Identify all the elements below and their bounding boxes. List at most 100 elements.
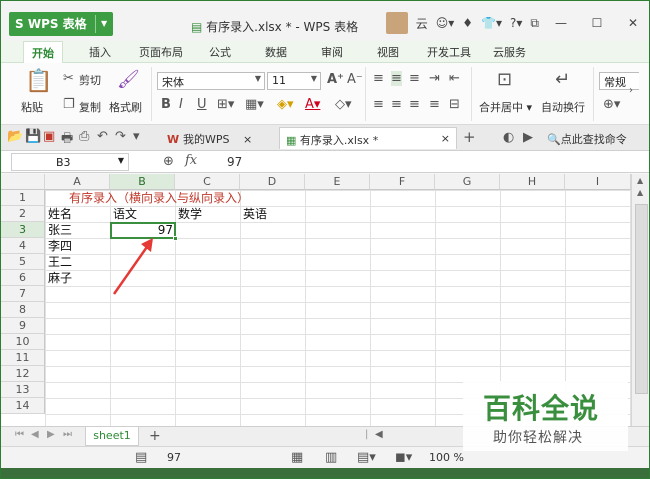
align-middle-icon[interactable]: ≡ [391,71,402,86]
row-header-12[interactable]: 12 [1,366,45,382]
decrease-font-icon[interactable]: A⁻ [347,72,363,87]
cell-d2[interactable]: 英语 [243,206,267,222]
cell-a6[interactable]: 麻子 [48,270,72,286]
tab-formulas[interactable]: 公式 [209,44,231,60]
formula-input[interactable]: 97 [227,155,242,169]
increase-font-icon[interactable]: A⁺ [327,72,344,87]
collapse-icon[interactable]: ◐ [503,130,514,145]
row-header-3[interactable]: 3 [1,222,45,238]
indent-icon[interactable]: ⇥ [429,71,440,86]
user-name[interactable]: 云 [416,15,428,32]
scroll-left-icon[interactable]: ◀ [375,429,383,440]
customize-icon[interactable]: ▾ [133,129,140,144]
add-sheet-button[interactable]: + [149,428,161,444]
format-painter-button[interactable]: 格式刷 [109,99,142,115]
italic-icon[interactable]: I [179,97,183,112]
align-right-icon[interactable]: ≡ [409,97,420,112]
app-menu-button[interactable]: S WPS 表格 ▼ [9,12,113,36]
close-button[interactable]: ✕ [619,16,647,30]
font-color-icon[interactable]: A▾ [305,97,320,112]
folder-icon[interactable]: 📂 [7,129,23,144]
command-search[interactable]: 🔍点此查找命令 [547,131,627,147]
distribute-icon[interactable]: ⊟ [449,97,460,112]
tab-developer[interactable]: 开发工具 [427,44,471,60]
column-header-b[interactable]: B [110,174,175,190]
last-sheet-icon[interactable]: ⏭ [63,429,72,440]
close-icon[interactable]: × [243,133,252,146]
tab-document[interactable]: ▦ 有序录入.xlsx * × [279,127,457,149]
cell-a1[interactable]: 有序录入（横向录入与纵向录入） [69,190,249,206]
smiley-icon[interactable]: ☺▾ [436,16,455,30]
column-header-g[interactable]: G [435,174,500,190]
maximize-button[interactable]: ☐ [583,16,611,30]
cut-button[interactable]: 剪切 [79,72,101,88]
outdent-icon[interactable]: ⇤ [449,71,460,86]
minimize-button[interactable]: — [547,16,575,30]
column-header-c[interactable]: C [175,174,240,190]
merge-icon[interactable]: ⊡ [497,69,512,90]
row-header-5[interactable]: 5 [1,254,45,270]
tab-home[interactable]: 开始 [23,41,63,63]
column-header-e[interactable]: E [305,174,370,190]
page-break-view-icon[interactable]: ▥ [325,450,337,465]
sheet-tab[interactable]: sheet1 [85,427,139,446]
cell-a5[interactable]: 王二 [48,254,72,270]
cell-c2[interactable]: 数学 [178,206,202,222]
save-icon[interactable]: 💾 [25,129,41,144]
cell-b2[interactable]: 语文 [113,206,137,222]
row-header-4[interactable]: 4 [1,238,45,254]
currency-icon[interactable]: ⊕▾ [603,97,620,112]
tab-cloud[interactable]: 云服务 [493,44,526,60]
select-all-corner[interactable] [1,174,45,190]
row-header-6[interactable]: 6 [1,270,45,286]
cell-a2[interactable]: 姓名 [48,206,72,222]
read-mode-icon[interactable]: ◼▾ [395,450,412,465]
new-tab-button[interactable]: + [463,128,476,146]
tab-data[interactable]: 数据 [265,44,287,60]
row-header-1[interactable]: 1 [1,190,45,206]
chevron-up-icon[interactable]: ▲ [637,188,643,197]
paste-icon[interactable]: 📋 [25,69,52,94]
help-icon[interactable]: ?▾ [510,16,522,30]
next-sheet-icon[interactable]: ▶ [47,429,55,440]
brush-icon[interactable]: 🖌 [117,69,140,90]
number-format-select[interactable]: 常规 [599,72,639,90]
align-top-icon[interactable]: ≡ [373,71,384,86]
row-header-9[interactable]: 9 [1,318,45,334]
row-header-7[interactable]: 7 [1,286,45,302]
justify-icon[interactable]: ≡ [429,97,440,112]
clear-format-icon[interactable]: ◇▾ [335,97,352,112]
column-header-a[interactable]: A [45,174,110,190]
zoom-icon[interactable]: ⊕ [163,154,174,169]
name-box[interactable]: B3 ▼ [11,153,129,171]
chevron-up-icon[interactable]: ▲ [637,176,643,185]
zoom-level[interactable]: 100 % [429,451,464,464]
fill-handle[interactable] [173,236,178,241]
row-header-10[interactable]: 10 [1,334,45,350]
insert-function-button[interactable]: fx [185,153,197,168]
first-sheet-icon[interactable]: ⏮ [15,429,24,440]
column-header-d[interactable]: D [240,174,305,190]
font-size-select[interactable]: 11 ▼ [267,72,321,90]
tab-my-wps[interactable]: W 我的WPS × [161,127,258,149]
undo-icon[interactable]: ↶ [97,129,108,144]
cell-a3[interactable]: 张三 [48,222,72,238]
vertical-scrollbar[interactable]: ▲ ▲ [631,174,649,426]
copy-icon[interactable]: ❐ [63,97,75,112]
tab-insert[interactable]: 插入 [89,44,111,60]
tab-view[interactable]: 视图 [377,44,399,60]
column-header-h[interactable]: H [500,174,565,190]
bold-icon[interactable]: B [161,97,171,112]
restore-icon[interactable]: ⧉ [530,16,539,31]
column-header-i[interactable]: I [565,174,631,190]
paste-button[interactable]: 粘贴 [21,99,43,115]
row-header-13[interactable]: 13 [1,382,45,398]
fill-style-icon[interactable]: ▦▾ [245,97,264,112]
avatar[interactable] [385,12,408,34]
shirt-icon[interactable]: 👕▾ [481,16,502,30]
cell-a4[interactable]: 李四 [48,238,72,254]
align-center-icon[interactable]: ≡ [391,97,402,112]
row-header-8[interactable]: 8 [1,302,45,318]
row-header-14[interactable]: 14 [1,398,45,414]
row-header-11[interactable]: 11 [1,350,45,366]
